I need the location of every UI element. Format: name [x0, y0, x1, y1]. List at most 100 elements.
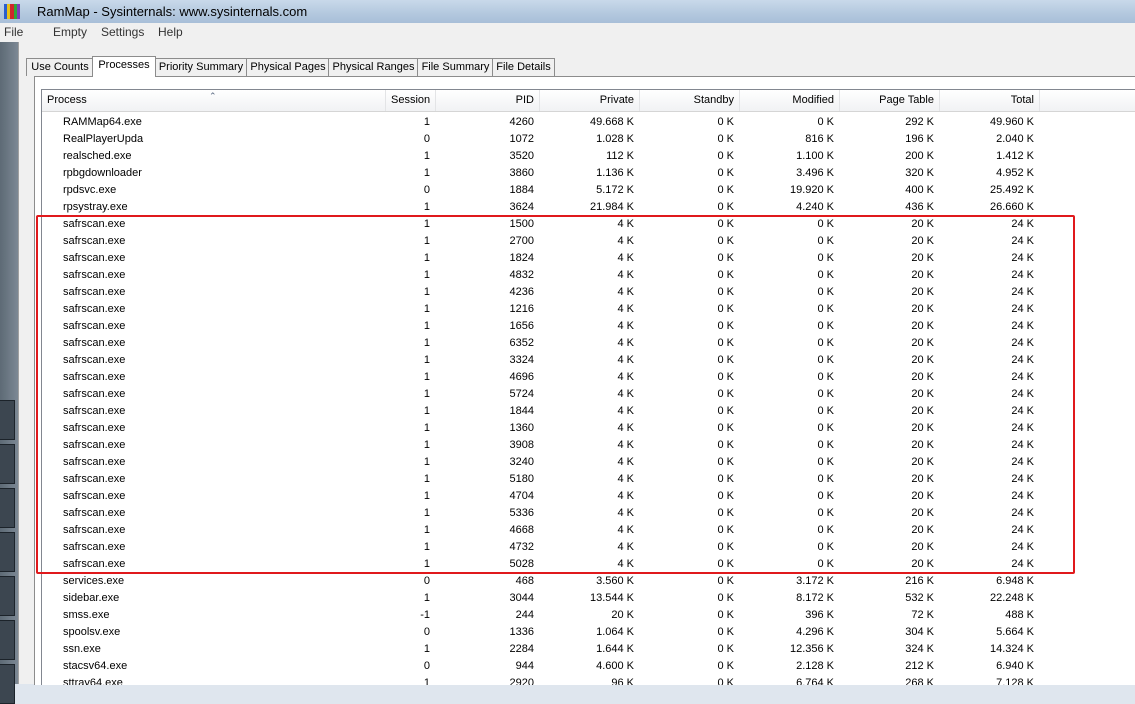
cell-pid: 4668 — [509, 524, 534, 536]
cell-page-table: 20 K — [911, 235, 934, 247]
menu-settings[interactable]: Settings — [101, 25, 144, 39]
tab-file-summary[interactable]: File Summary — [417, 58, 494, 76]
cell-total: 24 K — [1011, 371, 1034, 383]
cell-pid: 4732 — [509, 541, 534, 553]
cell-process: stacsv64.exe — [63, 660, 128, 672]
cell-pid: 1360 — [509, 422, 534, 434]
cell-session: 1 — [423, 405, 430, 417]
cell-private: 1.064 K — [596, 626, 634, 638]
cell-private: 4 K — [617, 218, 634, 230]
taskbar-button[interactable] — [0, 664, 15, 704]
column-header-modified[interactable]: Modified — [740, 90, 840, 111]
taskbar-button[interactable] — [0, 444, 15, 484]
cell-page-table: 20 K — [911, 456, 934, 468]
table-row[interactable]: rpsystray.exe 1 3624 21.984 K 0 K 4.240 K 436 … — [42, 199, 1135, 216]
cell-page-table: 400 K — [905, 184, 934, 196]
table-row[interactable]: services.exe 0 468 3.560 K 0 K 3.172 K 216 K 6.… — [42, 573, 1135, 590]
cell-session: 1 — [423, 303, 430, 315]
cell-process: safrscan.exe — [63, 524, 126, 536]
table-row[interactable]: ssn.exe 1 2284 1.644 K 0 K 12.356 K 324 K 14.32… — [42, 641, 1135, 658]
cell-standby: 0 K — [717, 167, 734, 179]
taskbar-button[interactable] — [0, 400, 15, 440]
tab-physical-pages[interactable]: Physical Pages — [246, 58, 330, 76]
taskbar-button[interactable] — [0, 488, 15, 528]
tab-file-details[interactable]: File Details — [492, 58, 555, 76]
cell-modified: 0 K — [817, 320, 834, 332]
table-row[interactable]: safrscan.exe 1 1500 4 K 0 K 0 K 20 K 24 K — [42, 216, 1135, 233]
table-row[interactable]: safrscan.exe 1 4668 4 K 0 K 0 K 20 K 24 K — [42, 522, 1135, 539]
cell-pid: 1500 — [509, 218, 534, 230]
table-row[interactable]: safrscan.exe 1 4832 4 K 0 K 0 K 20 K 24 K — [42, 267, 1135, 284]
table-row[interactable]: rpbgdownloader 1 3860 1.136 K 0 K 3.496 K 320 … — [42, 165, 1135, 182]
cell-session: 0 — [423, 184, 430, 196]
table-row[interactable]: smss.exe -1 244 20 K 0 K 396 K 72 K 488 K — [42, 607, 1135, 624]
column-header-page-table[interactable]: Page Table — [840, 90, 940, 111]
menu-help[interactable]: Help — [158, 25, 183, 39]
table-row[interactable]: safrscan.exe 1 6352 4 K 0 K 0 K 20 K 24 K — [42, 335, 1135, 352]
column-header-session[interactable]: Session — [386, 90, 436, 111]
tab-physical-ranges[interactable]: Physical Ranges — [328, 58, 419, 76]
cell-modified: 0 K — [817, 218, 834, 230]
cell-process: safrscan.exe — [63, 541, 126, 553]
table-row[interactable]: safrscan.exe 1 1824 4 K 0 K 0 K 20 K 24 K — [42, 250, 1135, 267]
table-row[interactable]: safrscan.exe 1 5028 4 K 0 K 0 K 20 K 24 K — [42, 556, 1135, 573]
cell-session: 1 — [423, 201, 430, 213]
table-row[interactable]: safrscan.exe 1 1360 4 K 0 K 0 K 20 K 24 K — [42, 420, 1135, 437]
table-row[interactable]: spoolsv.exe 0 1336 1.064 K 0 K 4.296 K 304 K 5.… — [42, 624, 1135, 641]
table-row[interactable]: safrscan.exe 1 1844 4 K 0 K 0 K 20 K 24 K — [42, 403, 1135, 420]
table-row[interactable]: safrscan.exe 1 4236 4 K 0 K 0 K 20 K 24 K — [42, 284, 1135, 301]
tab-use-counts[interactable]: Use Counts — [26, 58, 94, 76]
cell-standby: 0 K — [717, 643, 734, 655]
list-header: Process ⌃ Session PID Private Standby Mo… — [42, 90, 1135, 112]
cell-session: 1 — [423, 286, 430, 298]
column-header-pid[interactable]: PID — [436, 90, 540, 111]
table-row[interactable]: safrscan.exe 1 3240 4 K 0 K 0 K 20 K 24 K — [42, 454, 1135, 471]
table-row[interactable]: safrscan.exe 1 5336 4 K 0 K 0 K 20 K 24 K — [42, 505, 1135, 522]
menu-file[interactable]: File — [4, 25, 23, 39]
cell-pid: 944 — [515, 660, 534, 672]
column-header-process[interactable]: Process ⌃ — [42, 90, 386, 111]
cell-page-table: 200 K — [905, 150, 934, 162]
cell-pid: 3044 — [509, 592, 534, 604]
table-row[interactable]: safrscan.exe 1 5180 4 K 0 K 0 K 20 K 24 K — [42, 471, 1135, 488]
column-header-total[interactable]: Total — [940, 90, 1040, 111]
cell-page-table: 216 K — [905, 575, 934, 587]
tab-processes[interactable]: Processes — [92, 56, 156, 77]
cell-session: 0 — [423, 575, 430, 587]
table-row[interactable]: safrscan.exe 1 2700 4 K 0 K 0 K 20 K 24 K — [42, 233, 1135, 250]
cell-process: safrscan.exe — [63, 439, 126, 451]
taskbar-button[interactable] — [0, 576, 15, 616]
table-row[interactable]: safrscan.exe 1 1216 4 K 0 K 0 K 20 K 24 K — [42, 301, 1135, 318]
column-header-standby[interactable]: Standby — [640, 90, 740, 111]
table-row[interactable]: RealPlayerUpda 0 1072 1.028 K 0 K 816 K 196 K 2… — [42, 131, 1135, 148]
table-row[interactable]: safrscan.exe 1 1656 4 K 0 K 0 K 20 K 24 K — [42, 318, 1135, 335]
table-row[interactable]: safrscan.exe 1 5724 4 K 0 K 0 K 20 K 24 K — [42, 386, 1135, 403]
table-row[interactable]: safrscan.exe 1 3908 4 K 0 K 0 K 20 K 24 K — [42, 437, 1135, 454]
cell-standby: 0 K — [717, 150, 734, 162]
cell-total: 24 K — [1011, 303, 1034, 315]
taskbar-button[interactable] — [0, 620, 15, 660]
taskbar-button[interactable] — [0, 532, 15, 572]
table-row[interactable]: safrscan.exe 1 3324 4 K 0 K 0 K 20 K 24 K — [42, 352, 1135, 369]
menu-empty[interactable]: Empty — [53, 25, 87, 39]
table-row[interactable]: stacsv64.exe 0 944 4.600 K 0 K 2.128 K 212 K 6.… — [42, 658, 1135, 675]
table-row[interactable]: safrscan.exe 1 4696 4 K 0 K 0 K 20 K 24 K — [42, 369, 1135, 386]
cell-modified: 396 K — [805, 609, 834, 621]
cell-private: 4 K — [617, 473, 634, 485]
cell-session: 1 — [423, 371, 430, 383]
table-row[interactable]: safrscan.exe 1 4732 4 K 0 K 0 K 20 K 24 K — [42, 539, 1135, 556]
table-row[interactable]: RAMMap64.exe 1 4260 49.668 K 0 K 0 K 292 K 49.9… — [42, 114, 1135, 131]
table-row[interactable]: realsched.exe 1 3520 112 K 0 K 1.100 K 200 K 1.… — [42, 148, 1135, 165]
cell-page-table: 292 K — [905, 116, 934, 128]
cell-private: 4 K — [617, 388, 634, 400]
desktop-background — [0, 42, 18, 704]
cell-private: 4 K — [617, 269, 634, 281]
table-row[interactable]: safrscan.exe 1 4704 4 K 0 K 0 K 20 K 24 K — [42, 488, 1135, 505]
process-list[interactable]: Process ⌃ Session PID Private Standby Mo… — [41, 89, 1135, 685]
table-row[interactable]: rpdsvc.exe 0 1884 5.172 K 0 K 19.920 K 400 K 25… — [42, 182, 1135, 199]
cell-standby: 0 K — [717, 184, 734, 196]
cell-page-table: 20 K — [911, 524, 934, 536]
tab-priority-summary[interactable]: Priority Summary — [154, 58, 248, 76]
table-row[interactable]: sidebar.exe 1 3044 13.544 K 0 K 8.172 K 532 K 2… — [42, 590, 1135, 607]
column-header-private[interactable]: Private — [540, 90, 640, 111]
